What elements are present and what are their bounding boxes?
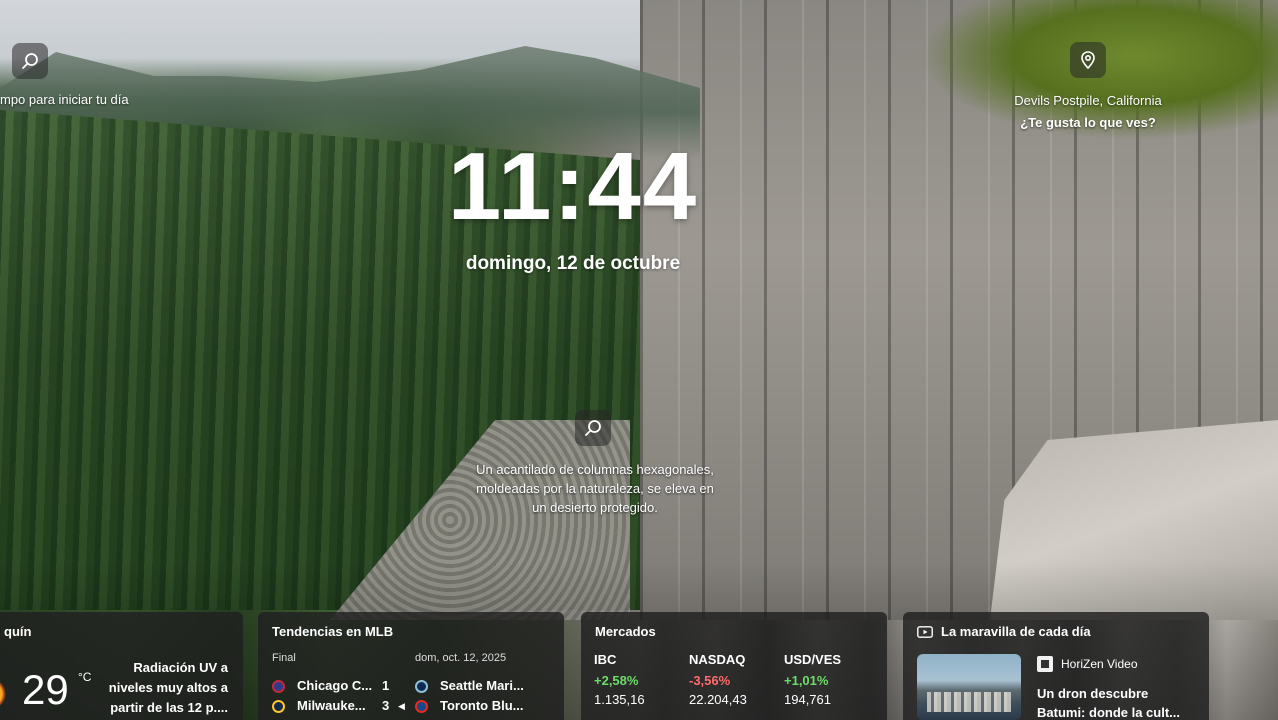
daily-wonder-widget[interactable]: La maravilla de cada día HoriZen Video U… (903, 612, 1209, 720)
winner-arrow-icon: ◀ (398, 701, 405, 711)
game-status: Final (272, 652, 296, 664)
weather-location: quín (4, 624, 32, 639)
market-value: 194,761 (784, 692, 831, 707)
weather-alert: Radiación UV a niveles muy altos a parti… (98, 658, 228, 718)
team-name: Milwauke... (297, 698, 366, 713)
team-score: 1 (382, 678, 390, 693)
market-item[interactable]: USD/VES +1,01% 194,761 (784, 652, 874, 707)
weather-alert-line: niveles muy altos a (108, 680, 228, 695)
weather-alert-line: Radiación UV a (133, 660, 228, 675)
weather-alert-line: partir de las 12 p.... (110, 700, 228, 715)
video-thumbnail[interactable] (917, 654, 1021, 720)
headline-line: Un dron descubre (1037, 686, 1149, 701)
team-logo-icon (272, 680, 285, 693)
caption-line: un desierto protegido. (532, 500, 658, 515)
team-name: Chicago C... (297, 678, 373, 693)
video-icon (917, 626, 933, 638)
location-button[interactable] (1070, 42, 1106, 78)
team-logo-icon (272, 700, 285, 713)
video-headline[interactable]: Un dron descubre Batumi: donde la cult..… (1037, 684, 1197, 720)
caption-line: moldeadas por la naturaleza, se eleva en (476, 481, 714, 496)
market-name: USD/VES (784, 652, 842, 667)
headline-line: Batumi: donde la cult... (1037, 705, 1181, 720)
team-name: Seattle Mari... (440, 678, 524, 693)
team-logo-icon (415, 680, 428, 693)
market-value: 22.204,43 (689, 692, 747, 707)
market-item[interactable]: IBC +2,58% 1.135,16 (594, 652, 684, 707)
market-change: +2,58% (594, 673, 639, 688)
game-date: dom, oct. 12, 2025 (415, 652, 507, 664)
market-change: +1,01% (784, 673, 829, 688)
caption-line: Un acantilado de columnas hexagonales, (476, 462, 714, 477)
markets-widget[interactable]: Mercados IBC +2,58% 1.135,16 NASDAQ -3,5… (581, 612, 887, 720)
location-pin-icon (1081, 51, 1095, 70)
market-name: IBC (594, 652, 617, 667)
tip-text[interactable]: mpo para iniciar tu día (0, 92, 129, 107)
temperature-unit: °C (78, 670, 92, 684)
clock-date: domingo, 12 de octubre (465, 253, 681, 274)
mlb-title: Tendencias en MLB (272, 624, 394, 639)
market-name: NASDAQ (689, 652, 746, 667)
market-value: 1.135,16 (594, 692, 645, 707)
wonder-title: La maravilla de cada día (941, 624, 1091, 639)
mlb-widget[interactable]: Tendencias en MLB Final dom, oct. 12, 20… (258, 612, 564, 720)
source-name: HoriZen Video (1061, 657, 1138, 671)
game-row[interactable]: Chicago C... 1 Seattle Mari... (272, 678, 554, 696)
market-item[interactable]: NASDAQ -3,56% 22.204,43 (689, 652, 779, 707)
image-caption[interactable]: Un acantilado de columnas hexagonales, m… (450, 460, 740, 517)
location-name: Devils Postpile, California (1014, 93, 1162, 108)
weather-widget[interactable]: quín 29 °C Radiación UV a niveles muy al… (0, 612, 243, 720)
team-logo-icon (415, 700, 428, 713)
like-prompt[interactable]: ¿Te gusta lo que ves? (990, 112, 1186, 134)
location-info[interactable]: Devils Postpile, California ¿Te gusta lo… (990, 90, 1186, 134)
source-logo-icon (1037, 656, 1053, 672)
search-icon (585, 420, 601, 436)
search-button[interactable] (12, 43, 48, 79)
game-row[interactable]: Milwauke... 3 ◀ Toronto Blu... (272, 698, 554, 716)
search-icon (22, 53, 38, 69)
markets-title: Mercados (595, 624, 656, 639)
image-info-button[interactable] (575, 410, 611, 446)
team-name: Toronto Blu... (440, 698, 524, 713)
market-change: -3,56% (689, 673, 731, 688)
sun-icon (0, 674, 6, 714)
clock-time: 11:44 (447, 133, 699, 240)
temperature: 29 (22, 666, 69, 713)
team-score: 3 (382, 698, 390, 713)
